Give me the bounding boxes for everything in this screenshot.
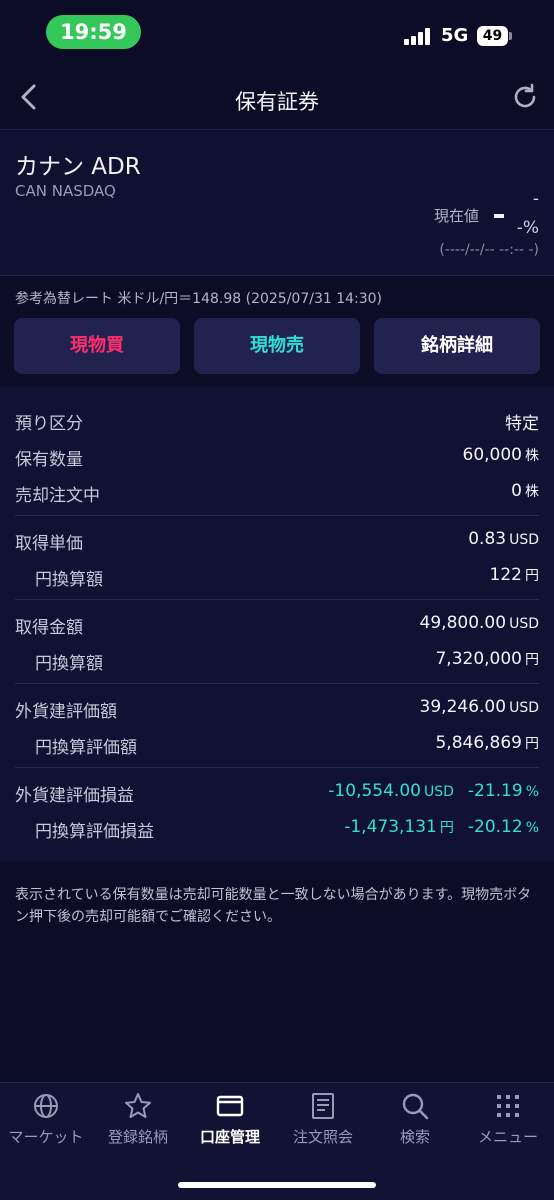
signal-icon xyxy=(404,27,434,45)
price-timestamp: (----/--/-- --:-- -) xyxy=(439,242,539,258)
tab-account[interactable]: 口座管理 xyxy=(184,1083,276,1163)
page-title: 保有証券 xyxy=(235,90,319,114)
divider xyxy=(15,515,539,516)
disclaimer-note: 表示されている保有数量は売却可能数量と一致しない場合があります。現物売ボタン押下… xyxy=(15,887,532,925)
table-row: 取得単価 0.83 USD xyxy=(0,523,554,559)
nav-bar: 保有証券 xyxy=(0,64,554,130)
row-label: 取得金額 xyxy=(15,618,83,638)
status-bar: 19:59 5G 49 xyxy=(0,0,554,64)
row-value: 122 円 xyxy=(489,565,539,585)
grid-icon xyxy=(497,1095,519,1117)
network-type: 5G xyxy=(441,25,469,46)
table-row: 取得金額 49,800.00 USD xyxy=(0,607,554,643)
refresh-button[interactable] xyxy=(510,82,540,112)
star-icon xyxy=(125,1093,151,1118)
table-row: 円換算額 122 円 xyxy=(0,559,554,595)
row-value: 7,320,000 円 xyxy=(435,649,539,669)
tab-label: 口座管理 xyxy=(199,1128,260,1146)
divider xyxy=(15,599,539,600)
row-label: 円換算額 xyxy=(35,654,103,674)
table-row: 円換算評価額 5,846,869 円 xyxy=(0,727,554,763)
refresh-icon xyxy=(514,83,536,108)
holdings-panel: 預り区分 特定 保有数量 60,000 株 売却注文中 0株 取得単価 0.83 U… xyxy=(0,387,554,861)
row-value: -10,554.00 USD -21.19% xyxy=(328,781,539,801)
globe-icon xyxy=(34,1094,58,1118)
tab-watchlist[interactable]: 登録銘柄 xyxy=(92,1083,184,1163)
price-change-percent: -% xyxy=(516,218,539,238)
tab-search[interactable]: 検索 xyxy=(369,1083,461,1163)
stock-name: カナン ADR xyxy=(15,154,141,180)
document-icon xyxy=(312,1093,334,1119)
stock-detail-button[interactable]: 銘柄詳細 xyxy=(374,318,540,374)
table-row: 預り区分 特定 xyxy=(0,403,554,439)
row-label: 売却注文中 xyxy=(15,486,100,506)
current-price-placeholder xyxy=(494,214,504,218)
fx-rate: 参考為替レート 米ドル/円＝148.98 (2025/07/31 14:30) xyxy=(15,291,383,307)
stock-header: カナン ADR CAN NASDAQ - 現在値 -% (----/--/-- … xyxy=(0,131,554,276)
price-label: 現在値 xyxy=(434,207,480,225)
table-row: 保有数量 60,000 株 xyxy=(0,439,554,475)
row-label: 外貨建評価額 xyxy=(15,702,117,722)
row-label: 円換算評価額 xyxy=(35,738,137,758)
divider xyxy=(15,767,539,768)
tab-orders[interactable]: 注文照会 xyxy=(277,1083,369,1163)
table-row: 外貨建評価額 39,246.00 USD xyxy=(0,691,554,727)
row-label: 円換算額 xyxy=(35,570,103,590)
tab-label: 注文照会 xyxy=(292,1128,353,1146)
tab-menu[interactable]: メニュー xyxy=(462,1083,554,1163)
row-label: 取得単価 xyxy=(15,534,83,554)
tab-label: メニュー xyxy=(477,1128,538,1146)
row-value: -1,473,131 円 -20.12% xyxy=(344,817,539,837)
table-row: 円換算額 7,320,000 円 xyxy=(0,643,554,679)
tab-label: マーケット xyxy=(8,1128,84,1146)
row-value: 49,800.00 USD xyxy=(419,613,539,633)
divider xyxy=(15,683,539,684)
row-value: 特定 xyxy=(505,414,539,434)
row-label: 預り区分 xyxy=(15,414,83,434)
table-row: 外貨建評価損益 -10,554.00 USD -21.19% xyxy=(0,775,554,811)
stock-code: CAN NASDAQ xyxy=(15,182,116,200)
battery-icon: 49 xyxy=(477,26,512,46)
row-value: 5,846,869 円 xyxy=(435,733,539,753)
home-indicator xyxy=(178,1182,376,1188)
row-value: 60,000 株 xyxy=(462,445,539,465)
row-label: 円換算評価損益 xyxy=(35,822,154,842)
search-icon xyxy=(402,1093,429,1120)
table-row: 売却注文中 0株 xyxy=(0,475,554,511)
card-icon xyxy=(216,1095,244,1117)
tab-market[interactable]: マーケット xyxy=(0,1083,92,1163)
price-change: - xyxy=(532,189,539,209)
row-value: 0株 xyxy=(511,481,539,501)
row-label: 保有数量 xyxy=(15,450,83,470)
sell-button[interactable]: 現物売 xyxy=(194,318,360,374)
tab-label: 検索 xyxy=(399,1128,430,1146)
row-label: 外貨建評価損益 xyxy=(15,786,134,806)
row-value: 39,246.00 USD xyxy=(419,697,539,717)
tab-label: 登録銘柄 xyxy=(107,1128,168,1146)
row-value: 0.83 USD xyxy=(468,529,539,549)
table-row: 円換算評価損益 -1,473,131 円 -20.12% xyxy=(0,811,554,847)
buy-button[interactable]: 現物買 xyxy=(14,318,180,374)
status-time: 19:59 xyxy=(46,15,141,49)
